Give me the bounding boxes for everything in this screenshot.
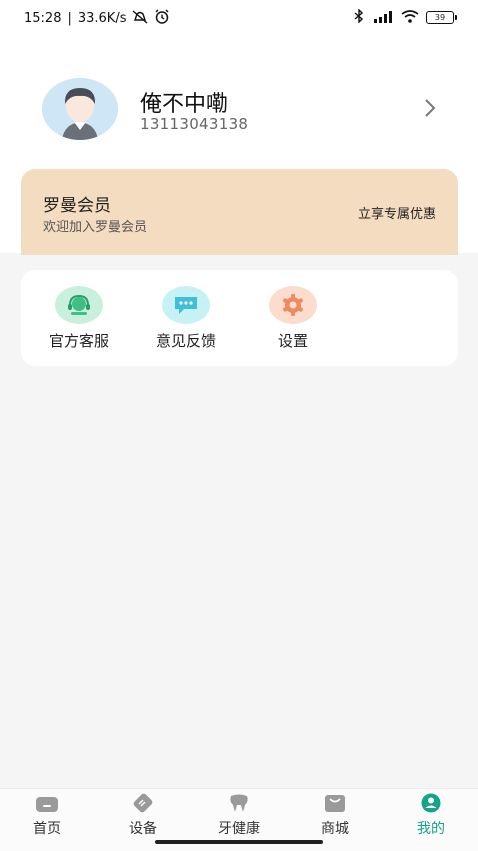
nav-label: 首页 [33, 821, 61, 837]
chevron-right-icon[interactable] [424, 98, 436, 122]
member-subtitle: 欢迎加入罗曼会员 [43, 220, 148, 235]
member-offer-link[interactable]: 立享专属优惠 [358, 203, 436, 222]
nav-tooth-health[interactable]: 牙健康 [204, 793, 274, 838]
member-card[interactable]: 罗曼会员 欢迎加入罗曼会员 立享专属优惠 [21, 169, 458, 255]
wifi-icon [401, 8, 419, 27]
service-label: 官方客服 [48, 332, 109, 350]
tooth-icon [227, 793, 251, 813]
profile-icon [419, 793, 443, 813]
home-indicator [155, 840, 323, 844]
user-phone: 13113043138 [140, 115, 249, 133]
signal-icon [372, 8, 394, 27]
nav-label: 设备 [129, 821, 157, 837]
battery-level: 39 [434, 13, 446, 22]
nav-label: 商城 [321, 821, 349, 837]
settings-gear-icon [269, 286, 317, 324]
device-icon [131, 793, 155, 813]
status-bar: 15:28 | 33.6K/s 39 [0, 0, 478, 36]
shop-bag-icon [323, 793, 347, 813]
status-right: 39 [353, 8, 457, 27]
service-label: 意见反馈 [155, 332, 216, 350]
service-feedback[interactable]: 意见反馈 [141, 286, 231, 351]
member-title: 罗曼会员 [43, 196, 111, 216]
customer-service-icon [55, 286, 103, 324]
battery-icon: 39 [426, 11, 457, 24]
nav-home[interactable]: 首页 [12, 793, 82, 838]
nav-device[interactable]: 设备 [108, 793, 178, 838]
nav-profile[interactable]: 我的 [396, 793, 466, 838]
home-icon [35, 793, 59, 813]
nav-label: 牙健康 [218, 821, 260, 837]
alarm-icon [154, 9, 170, 28]
profile-row[interactable]: 俺不中嘞 13113043138 [0, 78, 478, 142]
network-speed: 33.6K/s [77, 11, 127, 26]
status-separator: | [67, 11, 72, 26]
nav-label: 我的 [417, 821, 445, 837]
feedback-icon [162, 286, 210, 324]
status-time: 15:28 [24, 11, 62, 26]
service-settings[interactable]: 设置 [248, 286, 338, 351]
bluetooth-icon [353, 8, 365, 27]
status-left: 15:28 | 33.6K/s [24, 9, 170, 28]
mute-icon [132, 9, 148, 28]
service-label: 设置 [277, 332, 308, 350]
avatar-icon[interactable] [42, 78, 118, 140]
service-card: 官方客服 意见反馈 设置 [21, 270, 458, 366]
nav-shop[interactable]: 商城 [300, 793, 370, 838]
user-name: 俺不中嘞 [140, 92, 229, 117]
service-customer-service[interactable]: 官方客服 [34, 286, 124, 351]
